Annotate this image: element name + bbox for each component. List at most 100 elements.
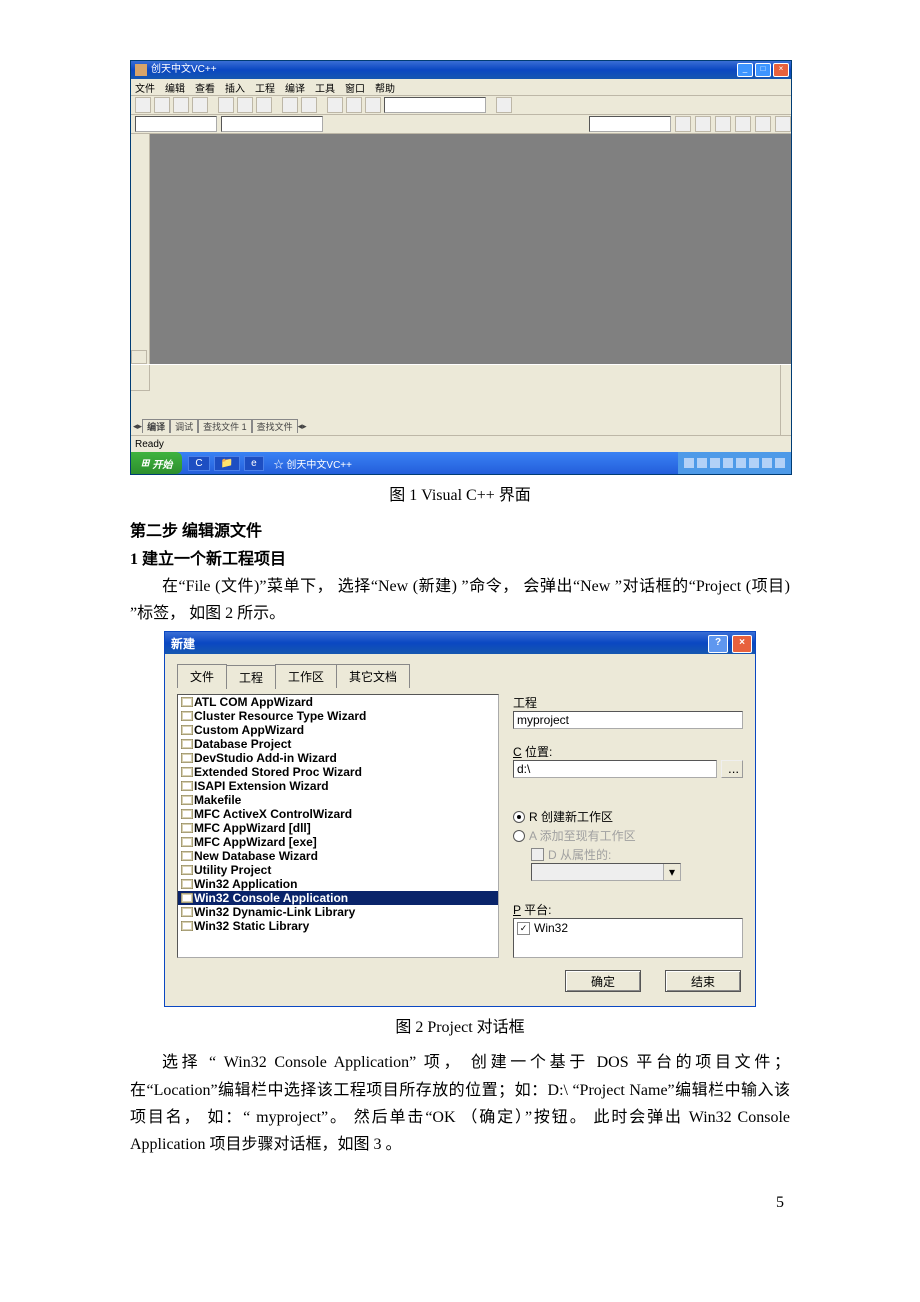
menu-item[interactable]: 工具	[315, 80, 335, 95]
cancel-button[interactable]: 结束	[665, 970, 741, 992]
tab-file[interactable]: 文件	[177, 664, 227, 688]
tab-other[interactable]: 其它文档	[336, 664, 410, 688]
taskbar-item[interactable]: C	[188, 456, 209, 471]
tray-icon[interactable]	[723, 458, 733, 468]
toolbar-button-icon[interactable]	[496, 97, 512, 113]
project-type-icon	[180, 710, 194, 722]
list-item[interactable]: Win32 Static Library	[178, 919, 498, 933]
radio-add-existing[interactable]: A 添加至现有工作区	[513, 827, 743, 844]
output-tab[interactable]: 调试	[170, 419, 198, 433]
tab-workspace[interactable]: 工作区	[275, 664, 337, 688]
redo-button-icon[interactable]	[301, 97, 317, 113]
taskbar-item[interactable]: 📁	[214, 456, 240, 471]
cut-button-icon[interactable]	[218, 97, 234, 113]
tray-icon[interactable]	[710, 458, 720, 468]
paste-button-icon[interactable]	[256, 97, 272, 113]
menu-item[interactable]: 文件	[135, 80, 155, 95]
taskbar-activeapp[interactable]: ☆ 创天中文VC++	[274, 456, 352, 471]
tab-project[interactable]: 工程	[226, 665, 276, 689]
vc-window: 创天中文VC++ _ □ × 文件 编辑 查看 插入 工程 编译 工具 窗口 帮…	[130, 60, 792, 475]
list-item[interactable]: MFC AppWizard [exe]	[178, 835, 498, 849]
output-scrollbar[interactable]	[780, 365, 791, 435]
list-item[interactable]: New Database Wizard	[178, 849, 498, 863]
checkbox-icon[interactable]: ✓	[517, 922, 530, 935]
menu-item[interactable]: 工程	[255, 80, 275, 95]
open-button-icon[interactable]	[154, 97, 170, 113]
window-maximize-button[interactable]: □	[755, 63, 771, 77]
filter-combo[interactable]	[589, 116, 671, 132]
vc-menubar: 文件 编辑 查看 插入 工程 编译 工具 窗口 帮助	[131, 79, 791, 96]
browse-button[interactable]: ...	[721, 760, 743, 778]
list-item-label: Win32 Dynamic-Link Library	[194, 905, 355, 919]
toolbar-button-icon[interactable]	[735, 116, 751, 132]
undo-button-icon[interactable]	[282, 97, 298, 113]
workspace-pane	[131, 134, 150, 364]
toolbar-button-icon[interactable]	[327, 97, 343, 113]
tray-icon[interactable]	[736, 458, 746, 468]
list-item[interactable]: DevStudio Add-in Wizard	[178, 751, 498, 765]
new-button-icon[interactable]	[135, 97, 151, 113]
tray-icon[interactable]	[749, 458, 759, 468]
workspace-tab-icon[interactable]	[131, 350, 147, 364]
find-combo[interactable]	[384, 97, 486, 113]
list-item[interactable]: MFC AppWizard [dll]	[178, 821, 498, 835]
project-name-input[interactable]	[513, 711, 743, 729]
menu-item[interactable]: 插入	[225, 80, 245, 95]
saveall-button-icon[interactable]	[192, 97, 208, 113]
menu-item[interactable]: 查看	[195, 80, 215, 95]
ok-button[interactable]: 确定	[565, 970, 641, 992]
list-item[interactable]: Win32 Application	[178, 877, 498, 891]
tab-scroll-icon[interactable]: ▸	[302, 421, 307, 432]
list-item[interactable]: MFC ActiveX ControlWizard	[178, 807, 498, 821]
dialog-help-button[interactable]: ?	[708, 635, 728, 653]
member-combo[interactable]	[221, 116, 323, 132]
menu-item[interactable]: 编译	[285, 80, 305, 95]
tray-icon[interactable]	[775, 458, 785, 468]
taskbar-item[interactable]: e	[244, 456, 264, 471]
list-item[interactable]: Win32 Dynamic-Link Library	[178, 905, 498, 919]
toolbar-button-icon[interactable]	[675, 116, 691, 132]
dialog-close-button[interactable]: ×	[732, 635, 752, 653]
list-item[interactable]: ISAPI Extension Wizard	[178, 779, 498, 793]
tray-icon[interactable]	[697, 458, 707, 468]
copy-button-icon[interactable]	[237, 97, 253, 113]
toolbar-button-icon[interactable]	[695, 116, 711, 132]
find-button-icon[interactable]	[365, 97, 381, 113]
output-tab[interactable]: 查找文件	[252, 419, 298, 433]
tray-icon[interactable]	[684, 458, 694, 468]
list-item[interactable]: Cluster Resource Type Wizard	[178, 709, 498, 723]
platform-listbox[interactable]: ✓ Win32	[513, 918, 743, 958]
taskbar: ⊞ 开始 C 📁 e ☆ 创天中文VC++	[131, 452, 791, 474]
class-combo[interactable]	[135, 116, 217, 132]
radio-new-workspace[interactable]: R 创建新工作区	[513, 808, 743, 825]
toolbar-button-icon[interactable]	[755, 116, 771, 132]
menu-item[interactable]: 编辑	[165, 80, 185, 95]
list-item[interactable]: ATL COM AppWizard	[178, 695, 498, 709]
ie-icon: e	[251, 458, 257, 469]
project-type-icon	[180, 766, 194, 778]
system-tray[interactable]	[678, 452, 791, 474]
list-item[interactable]: Extended Stored Proc Wizard	[178, 765, 498, 779]
output-tab[interactable]: 编译	[142, 419, 170, 433]
location-input[interactable]	[513, 760, 717, 778]
toolbar-button-icon[interactable]	[715, 116, 731, 132]
project-type-list[interactable]: ATL COM AppWizardCluster Resource Type W…	[177, 694, 499, 958]
vc-toolbar-standard	[131, 96, 791, 115]
save-button-icon[interactable]	[173, 97, 189, 113]
tray-icon[interactable]	[762, 458, 772, 468]
output-pane: ◂ ▸ 编译 调试 查找文件 1 查找文件 ◂ ▸	[131, 364, 791, 435]
toolbar-button-icon[interactable]	[775, 116, 791, 132]
start-button[interactable]: ⊞ 开始	[131, 452, 182, 474]
list-item[interactable]: Database Project	[178, 737, 498, 751]
window-close-button[interactable]: ×	[773, 63, 789, 77]
list-item[interactable]: Win32 Console Application	[178, 891, 498, 905]
toolbar-button-icon[interactable]	[346, 97, 362, 113]
output-tab[interactable]: 查找文件 1	[198, 419, 252, 433]
list-item[interactable]: Utility Project	[178, 863, 498, 877]
list-item-label: Win32 Console Application	[194, 891, 348, 905]
window-minimize-button[interactable]: _	[737, 63, 753, 77]
list-item[interactable]: Custom AppWizard	[178, 723, 498, 737]
menu-item[interactable]: 帮助	[375, 80, 395, 95]
menu-item[interactable]: 窗口	[345, 80, 365, 95]
list-item[interactable]: Makefile	[178, 793, 498, 807]
